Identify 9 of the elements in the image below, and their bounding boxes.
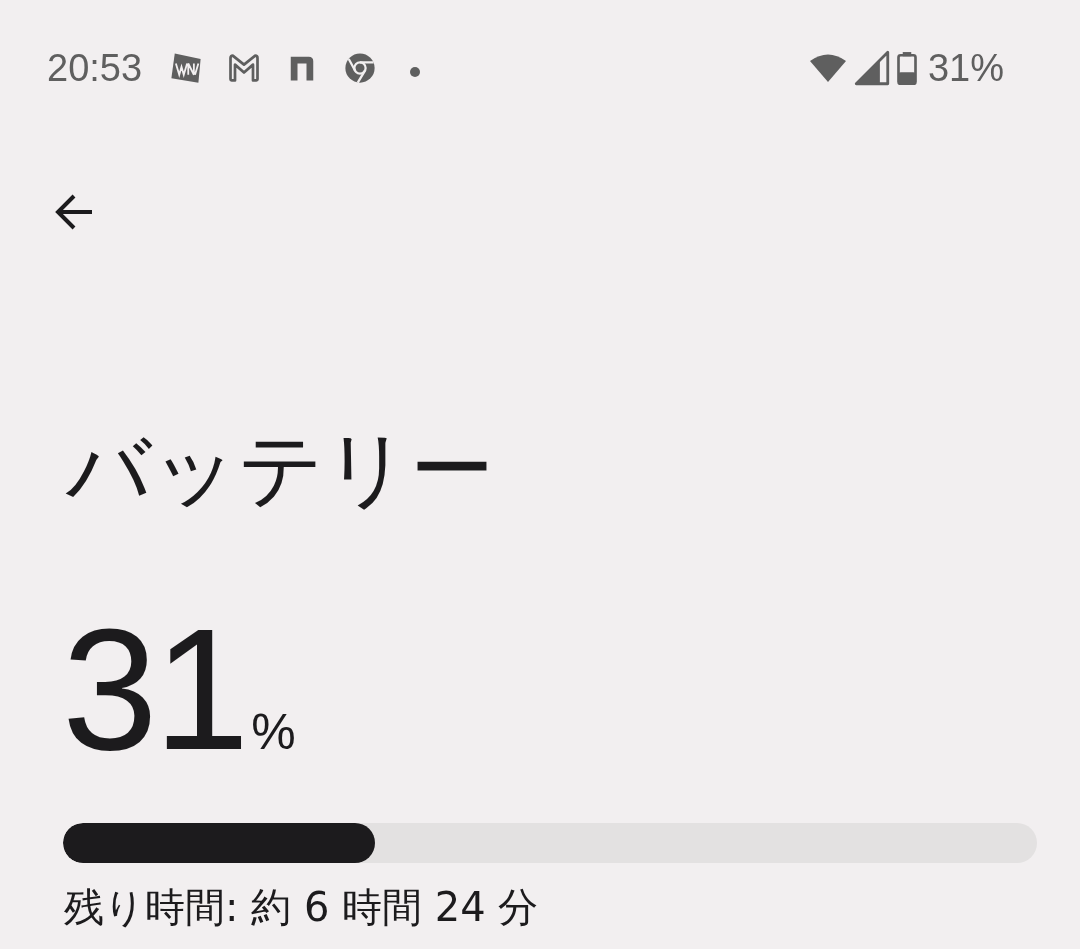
battery-icon — [895, 51, 918, 85]
battery-percent-text: 31% — [927, 46, 1004, 90]
page-title: バッテリー — [66, 423, 495, 516]
battery-level-value: 31 — [62, 603, 246, 776]
wifi-icon — [807, 52, 848, 84]
percent-unit: % — [251, 707, 296, 758]
remaining-time-text: 残り時間: 約 6 時間 24 分 — [64, 883, 540, 932]
clock-text: 20:53 — [47, 46, 143, 90]
signal-icon — [853, 50, 890, 86]
